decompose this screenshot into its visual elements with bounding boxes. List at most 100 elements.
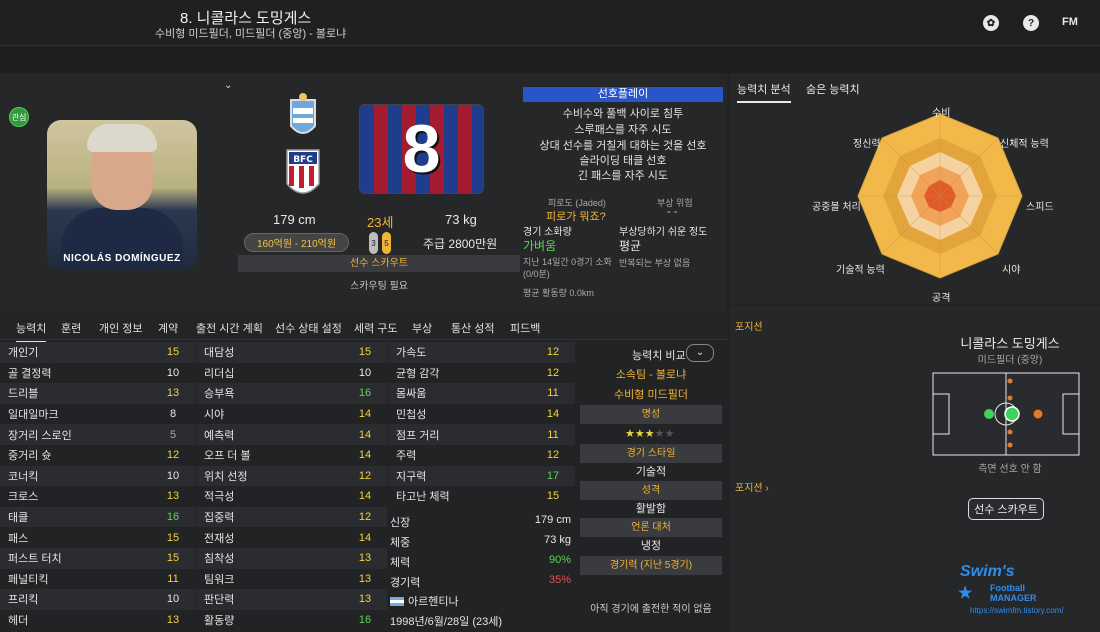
attribute-name: 헤더 xyxy=(8,615,29,628)
attribute-row[interactable]: 몸싸움 11 xyxy=(388,383,575,404)
attribute-name: 판단력 xyxy=(204,594,235,607)
attribute-row[interactable]: 위치 선정 12 xyxy=(196,465,387,487)
help-icon[interactable]: ? xyxy=(1023,15,1039,31)
award-icon[interactable]: ✿ xyxy=(983,15,999,31)
injury-risk-value: - - xyxy=(667,206,678,218)
argentina-crest-icon[interactable] xyxy=(285,90,321,142)
tab-dynamics[interactable]: 세력 구도 xyxy=(354,320,398,336)
attribute-row[interactable]: 전재성 14 xyxy=(196,527,387,548)
scout-report-bar[interactable]: 선수 스카우트 xyxy=(238,255,520,272)
birth-row: 1998년/6월/28일 (23세) xyxy=(388,610,575,631)
attribute-name: 점프 거리 xyxy=(396,429,440,442)
attribute-row[interactable]: 대담성 15 xyxy=(196,342,387,363)
interest-badge[interactable]: 관심 xyxy=(9,107,29,127)
radar-label-physical: 신체적 능력 xyxy=(1000,139,1049,150)
attribute-value: 15 xyxy=(166,346,180,359)
swimfm-logo: Swim's ★ Football MANAGER https://swimfm.… xyxy=(958,563,1078,623)
tab-hidden-attributes[interactable]: 숨은 능력치 xyxy=(806,81,860,97)
attribute-row[interactable]: 프리킥 10 xyxy=(0,589,195,610)
attribute-row[interactable]: 오프 더 볼 14 xyxy=(196,445,387,466)
chevron-down-icon[interactable]: ⌄ xyxy=(224,80,232,91)
compare-position: 수비형 미드필더 xyxy=(614,389,688,401)
attribute-row[interactable]: 일대일마크 8 xyxy=(0,404,195,425)
attribute-row[interactable]: 집중력 12 xyxy=(196,506,387,528)
wing-preference-note: 측면 선호 안 함 xyxy=(978,464,1042,475)
attribute-row[interactable]: 크로스 13 xyxy=(0,486,195,507)
preferred-move: 수비수와 풀백 사이로 침투 xyxy=(562,108,684,120)
attribute-row[interactable]: 코너킥 10 xyxy=(0,465,195,487)
attribute-value: 12 xyxy=(546,449,560,462)
tab-career-stats[interactable]: 통산 성적 xyxy=(451,320,495,336)
attribute-row[interactable]: 골 결정력 10 xyxy=(0,363,195,384)
attribute-row[interactable]: 패스 15 xyxy=(0,527,195,548)
attribute-name: 드리블 xyxy=(8,388,39,401)
attribute-row[interactable]: 헤더 13 xyxy=(0,610,195,631)
radar-label-defending: 수비 xyxy=(932,108,951,119)
attribute-name: 리더십 xyxy=(204,367,235,380)
attribute-row[interactable]: 리더십 10 xyxy=(196,363,387,384)
tab-feedback[interactable]: 피드백 xyxy=(510,320,540,336)
fm-icon[interactable]: FM xyxy=(1062,16,1078,28)
bologna-crest-icon[interactable]: BFC xyxy=(283,146,323,202)
attribute-row[interactable]: 활동량 16 xyxy=(196,610,387,631)
attribute-row[interactable]: 균형 감각 12 xyxy=(388,363,575,384)
tab-player-status[interactable]: 선수 상태 설정 xyxy=(275,320,342,336)
attribute-row[interactable]: 퍼스트 터치 15 xyxy=(0,548,195,569)
info-value: 73 kg xyxy=(544,534,571,546)
attribute-row[interactable]: 가속도 12 xyxy=(388,342,575,363)
tab-training[interactable]: 훈련 xyxy=(61,320,81,336)
attribute-value: 13 xyxy=(166,614,180,627)
shirt-number-card: 8 xyxy=(359,104,484,194)
transfer-value[interactable]: 160억원 - 210억원 xyxy=(244,233,349,252)
player-weight: 73 kg xyxy=(445,212,477,227)
compare-title: 능력치 비교 xyxy=(632,350,686,362)
logo-line: Football MANAGER xyxy=(990,583,1037,603)
attribute-name: 크로스 xyxy=(8,491,39,504)
attribute-row[interactable]: 페널티킥 11 xyxy=(0,569,195,590)
attribute-value: 13 xyxy=(358,593,372,606)
attribute-row[interactable]: 시야 14 xyxy=(196,404,387,425)
info-value: 179 cm xyxy=(534,514,571,526)
attribute-row[interactable]: 점프 거리 11 xyxy=(388,424,575,445)
attribute-row[interactable]: 판단력 13 xyxy=(196,589,387,610)
attribute-row[interactable]: 중거리 슛 12 xyxy=(0,445,195,466)
attribute-value: 14 xyxy=(546,408,560,421)
attribute-row[interactable]: 예측력 14 xyxy=(196,424,387,445)
attribute-value: 13 xyxy=(166,490,180,503)
radar-label-aerial: 공중볼 처리 xyxy=(812,202,861,213)
attribute-name: 오프 더 볼 xyxy=(204,450,251,463)
attribute-value: 15 xyxy=(358,346,372,359)
preferred-move: 상대 선수를 거칠게 대하는 것을 선호 xyxy=(539,140,707,152)
positions-link[interactable]: 포지션 › xyxy=(735,479,769,494)
position-role: 미드필더 (중앙) xyxy=(977,355,1043,366)
attribute-row[interactable]: 주력 12 xyxy=(388,445,575,466)
attribute-row[interactable]: 침착성 13 xyxy=(196,548,387,569)
tab-playing-time[interactable]: 출전 시간 계획 xyxy=(196,320,263,336)
attribute-row[interactable]: 타고난 체력 15 xyxy=(388,486,575,507)
attribute-row[interactable]: 지구력 17 xyxy=(388,465,575,487)
attribute-row[interactable]: 드리블 13 xyxy=(0,383,195,404)
attribute-name: 대담성 xyxy=(204,347,235,360)
compare-header[interactable]: 능력치 비교 ⌄ xyxy=(580,344,722,362)
tab-personal-info[interactable]: 개인 정보 xyxy=(99,320,143,336)
tab-contract[interactable]: 계약 xyxy=(158,320,178,336)
attribute-row[interactable]: 민첩성 14 xyxy=(388,404,575,425)
attribute-row[interactable]: 장거리 스로인 5 xyxy=(0,424,195,445)
attribute-value: 14 xyxy=(358,408,372,421)
attribute-name: 장거리 스로인 xyxy=(8,429,72,442)
attribute-row[interactable]: 승부욕 16 xyxy=(196,383,387,404)
preferred-move: 스루패스를 자주 시도 xyxy=(574,124,672,136)
tab-injuries[interactable]: 부상 xyxy=(412,320,432,336)
attribute-row[interactable]: 개인기 15 xyxy=(0,342,195,363)
attribute-row[interactable]: 팀워크 13 xyxy=(196,569,387,590)
scout-player-button[interactable]: 선수 스카우트 xyxy=(968,498,1044,520)
attribute-row[interactable]: 적극성 14 xyxy=(196,486,387,507)
chevron-down-icon[interactable]: ⌄ xyxy=(686,344,714,362)
tab-attributes[interactable]: 능력치 xyxy=(16,320,47,343)
attribute-value: 16 xyxy=(358,387,372,400)
tab-attribute-analysis[interactable]: 능력치 분석 xyxy=(737,81,791,103)
attribute-name: 가속도 xyxy=(396,347,427,360)
info-row: 체중 73 kg xyxy=(388,531,575,552)
info-name: 신장 xyxy=(390,517,411,529)
attribute-row[interactable]: 태클 16 xyxy=(0,506,195,528)
